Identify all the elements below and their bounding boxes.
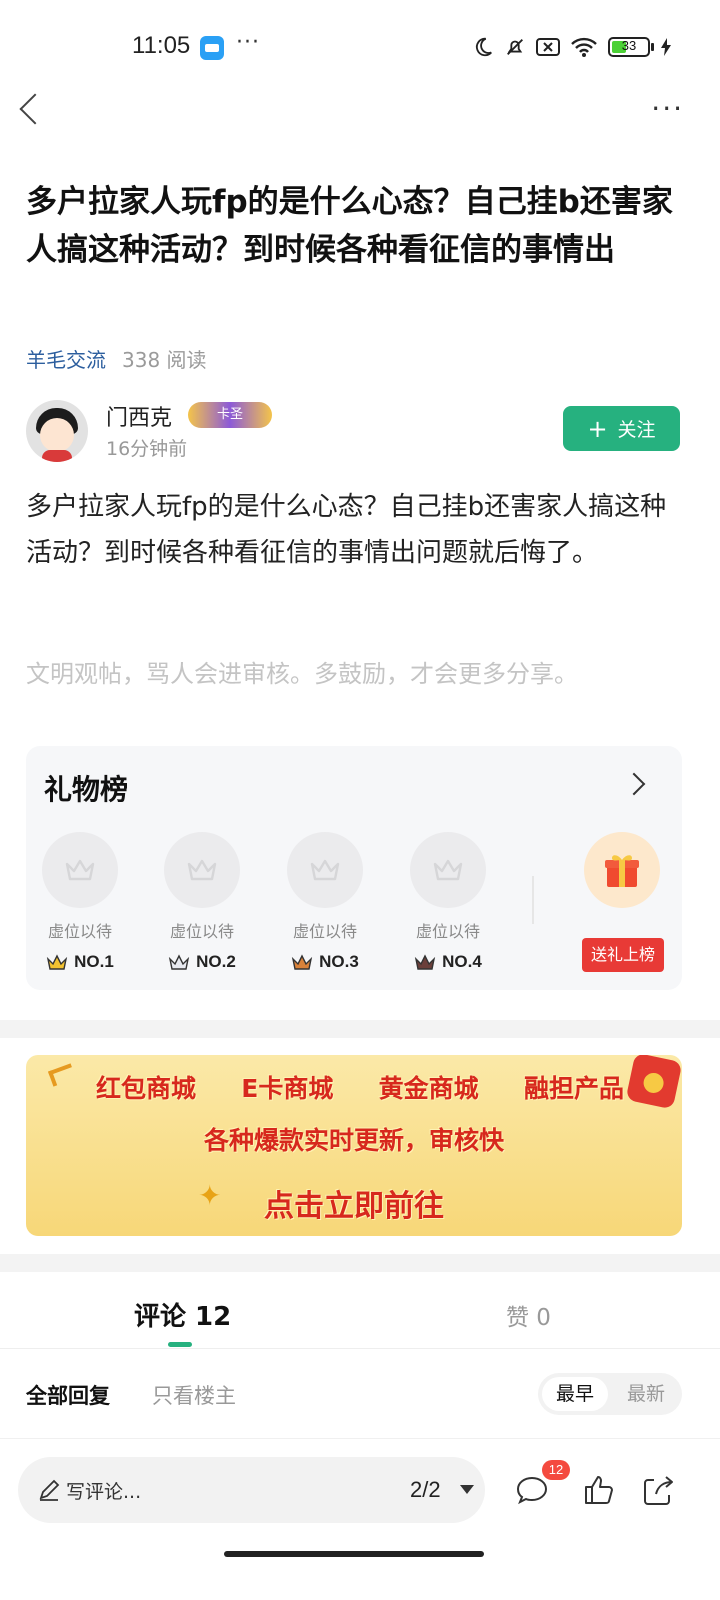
sort-earliest-button[interactable]: 最早 — [542, 1377, 608, 1411]
section-separator — [0, 1020, 720, 1038]
read-count: 338 阅读 — [122, 348, 207, 372]
filter-all-replies[interactable]: 全部回复 — [26, 1380, 110, 1410]
banner-item: 黄金商城 — [378, 1074, 479, 1103]
status-more-dots: ··· — [236, 30, 260, 55]
tab-divider — [0, 1348, 720, 1349]
slot-rank-text: NO.1 — [74, 952, 114, 971]
banner-item: E卡商城 — [241, 1074, 334, 1103]
status-icons: 33 — [472, 36, 672, 58]
filter-op-only[interactable]: 只看楼主 — [152, 1380, 236, 1410]
crown-bronze-icon — [292, 954, 313, 970]
gift-slot-3[interactable]: 虚位以待 NO.3 — [275, 832, 375, 972]
gift-slot-2[interactable]: 虚位以待 NO.2 — [152, 832, 252, 972]
post-time: 16分钟前 — [106, 438, 188, 460]
civility-notice: 文明观帖，骂人会进审核。多鼓励，才会更多分享。 — [26, 660, 578, 688]
slot-rank: NO.3 — [275, 952, 375, 972]
back-button[interactable] — [16, 88, 56, 128]
slot-rank-text: NO.2 — [196, 952, 236, 971]
status-time: 11:05 — [132, 32, 191, 59]
gift-slot-4[interactable]: 虚位以待 NO.4 — [398, 832, 498, 972]
slot-rank: NO.4 — [398, 952, 498, 972]
author-avatar[interactable] — [26, 400, 88, 462]
slot-label: 虚位以待 — [292, 922, 357, 941]
charging-icon — [661, 38, 671, 56]
banner-item: 融担产品 — [523, 1074, 624, 1103]
battery-icon: 33 — [608, 37, 654, 57]
battery-level: 33 — [621, 38, 637, 53]
slot-label: 虚位以待 — [169, 922, 234, 941]
home-indicator[interactable] — [224, 1551, 484, 1557]
share-icon[interactable] — [640, 1472, 676, 1508]
slot-rank-text: NO.4 — [442, 952, 482, 971]
app-notification-icon — [200, 36, 224, 60]
tab-likes[interactable]: 赞 0 — [506, 1298, 551, 1332]
avatar-face — [40, 418, 74, 452]
banner-tagline: 各种爆款实时更新，审核快 — [203, 1126, 504, 1155]
category-link[interactable]: 羊毛交流 — [26, 344, 106, 373]
crown-placeholder-icon — [164, 832, 240, 908]
thumbs-up-icon[interactable] — [580, 1472, 616, 1508]
follow-button[interactable]: + 关注 — [563, 406, 680, 451]
bell-off-icon — [507, 39, 523, 55]
gift-board-title: 礼物榜 — [44, 773, 129, 806]
slot-rank-text: NO.3 — [319, 952, 359, 971]
caret-down-icon[interactable] — [460, 1485, 474, 1494]
wifi-icon — [571, 37, 597, 57]
gift-board: 礼物榜 虚位以待 NO.1 虚位以待 NO.2 虚位以待 NO.3 虚位以待 N… — [26, 746, 682, 990]
comment-placeholder: 写评论... — [66, 1481, 142, 1503]
comment-count-badge: 12 — [542, 1460, 570, 1480]
post-title: 多户拉家人玩fp的是什么心态？自己挂b还害家人搞这种活动？到时候各种看征信的事情… — [26, 184, 673, 268]
post-body: 多户拉家人玩fp的是什么心态？自己挂b还害家人搞这种活动？到时候各种看征信的事情… — [26, 492, 667, 568]
author-name[interactable]: 门西克 — [106, 400, 172, 432]
crown-placeholder-icon — [287, 832, 363, 908]
sort-toggle: 最早 最新 — [538, 1373, 682, 1415]
pencil-icon — [39, 1479, 60, 1501]
follow-label: 关注 — [617, 419, 656, 441]
slot-rank: NO.2 — [152, 952, 252, 972]
gift-divider — [532, 876, 534, 924]
banner-shop-list: 红包商城 E卡商城 黄金商城 融担产品 — [26, 1069, 682, 1105]
tab-active-indicator — [168, 1342, 192, 1347]
banner-cta[interactable]: 点击立即前往 — [26, 1181, 682, 1225]
sim-off-icon — [536, 38, 560, 56]
crown-gold-icon — [47, 954, 68, 970]
post-meta: 羊毛交流 338 阅读 — [26, 344, 207, 373]
crown-silver-icon — [169, 954, 190, 970]
comment-input[interactable]: 写评论... 2/2 — [18, 1457, 485, 1523]
crown-dark-icon — [415, 954, 436, 970]
slot-label: 虚位以待 — [47, 922, 112, 941]
section-separator — [0, 1254, 720, 1272]
moon-icon — [475, 37, 492, 57]
plus-icon: + — [587, 414, 608, 443]
slot-rank: NO.1 — [30, 952, 130, 972]
tab-comments[interactable]: 评论 12 — [134, 1296, 231, 1333]
chevron-right-icon[interactable] — [622, 772, 646, 796]
author-level-badge: 卡圣 — [188, 402, 272, 428]
avatar-shirt — [42, 450, 72, 462]
gift-slot-1[interactable]: 虚位以待 NO.1 — [30, 832, 130, 972]
promo-banner[interactable]: 红包商城 E卡商城 黄金商城 融担产品 各种爆款实时更新，审核快 ✦ 点击立即前… — [26, 1055, 682, 1236]
send-gift-button[interactable]: 送礼上榜 — [582, 938, 664, 972]
crown-placeholder-icon — [42, 832, 118, 908]
crown-placeholder-icon — [410, 832, 486, 908]
sort-latest-button[interactable]: 最新 — [614, 1377, 678, 1411]
slot-label: 虚位以待 — [415, 922, 480, 941]
more-options-button[interactable]: ··· — [651, 92, 684, 125]
status-bar: 11:05 ··· 33 — [0, 0, 720, 100]
page-indicator[interactable]: 2/2 — [410, 1477, 441, 1503]
banner-item: 红包商城 — [96, 1074, 197, 1103]
filter-divider — [0, 1438, 720, 1439]
gift-box-icon[interactable] — [584, 832, 660, 908]
